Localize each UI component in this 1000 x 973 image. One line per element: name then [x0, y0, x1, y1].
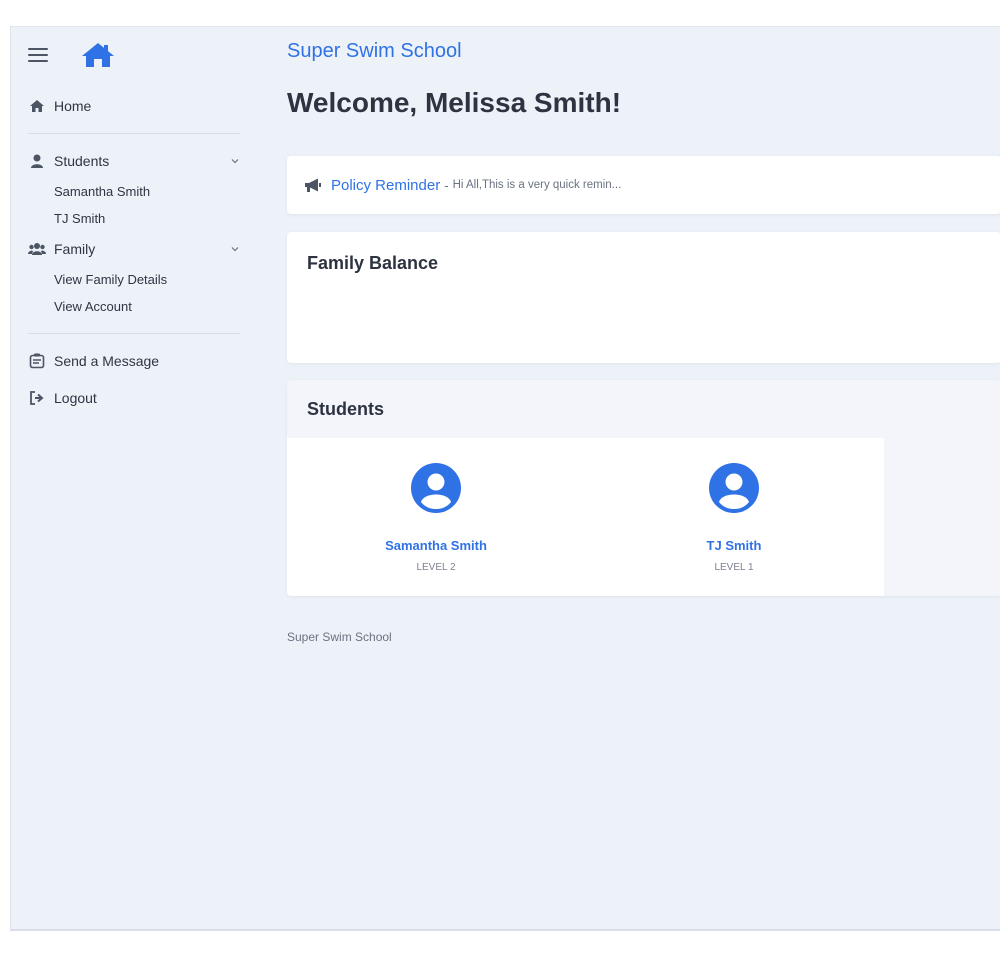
students-title: Students — [307, 399, 385, 419]
policy-excerpt: Hi All,This is a very quick remin... — [452, 179, 622, 191]
page-title: Welcome, Melissa Smith! — [287, 87, 622, 118]
sidebar-item-home[interactable]: Home — [28, 95, 240, 117]
student-card-tj-smith[interactable]: TJ Smith LEVEL 1 — [585, 438, 883, 596]
sidebar-item-label: Home — [54, 98, 92, 114]
chevron-down-icon[interactable] — [230, 156, 240, 166]
family-balance-title: Family Balance — [307, 253, 439, 273]
school-name-link[interactable]: Super Swim School — [287, 40, 462, 63]
menu-toggle-icon[interactable] — [28, 48, 48, 62]
user-icon — [28, 153, 46, 169]
students-grid: Samantha Smith LEVEL 2 TJ Smith LEVEL 1 — [287, 438, 884, 596]
student-card-samantha-smith[interactable]: Samantha Smith LEVEL 2 — [287, 438, 585, 596]
avatar-icon — [709, 463, 759, 513]
sidebar-subitem-samantha-smith[interactable]: Samantha Smith — [28, 178, 240, 205]
users-icon — [28, 241, 46, 257]
sidebar-top — [28, 41, 116, 69]
sidebar-item-label: Family — [54, 241, 96, 257]
student-name[interactable]: TJ Smith — [585, 538, 883, 553]
home-logo-icon[interactable] — [80, 41, 116, 69]
home-icon — [28, 98, 46, 114]
sidebar-item-students[interactable]: Students — [28, 150, 240, 172]
megaphone-icon — [305, 178, 321, 192]
app-frame: Home Students Samantha Smith TJ Smith Fa… — [10, 26, 1000, 931]
sidebar-item-label: Logout — [54, 390, 97, 406]
sidebar-nav: Home Students Samantha Smith TJ Smith Fa… — [28, 95, 240, 409]
student-level: LEVEL 2 — [416, 562, 456, 573]
footer-text: Super Swim School — [287, 630, 392, 644]
sidebar-item-label: Students — [54, 153, 110, 169]
main-content: Super Swim School Welcome, Melissa Smith… — [287, 27, 1000, 929]
sidebar-subitem-view-account[interactable]: View Account — [28, 293, 240, 320]
sidebar-item-send-message[interactable]: Send a Message — [28, 350, 240, 372]
sidebar-subitem-view-family-details[interactable]: View Family Details — [28, 266, 240, 293]
sidebar-item-label: Send a Message — [54, 353, 160, 369]
family-balance-card: Family Balance — [287, 232, 1000, 363]
chevron-down-icon[interactable] — [230, 244, 240, 254]
policy-reminder-card: Policy Reminder - Hi All,This is a very … — [287, 156, 1000, 214]
policy-reminder-link[interactable]: Policy Reminder — [331, 177, 440, 194]
students-card: Students Samantha Smith LEVEL 2 TJ Smith… — [287, 380, 1000, 596]
message-icon — [28, 353, 46, 369]
student-level: LEVEL 1 — [714, 562, 754, 573]
student-name[interactable]: Samantha Smith — [287, 538, 585, 553]
sidebar-divider — [28, 333, 240, 334]
sidebar-item-family[interactable]: Family — [28, 238, 240, 260]
avatar-icon — [411, 463, 461, 513]
policy-separator: - — [444, 177, 449, 193]
sidebar-subitem-tj-smith[interactable]: TJ Smith — [28, 205, 240, 232]
logout-icon — [28, 390, 46, 406]
sidebar-divider — [28, 133, 240, 134]
sidebar-item-logout[interactable]: Logout — [28, 387, 240, 409]
sidebar: Home Students Samantha Smith TJ Smith Fa… — [11, 27, 261, 929]
